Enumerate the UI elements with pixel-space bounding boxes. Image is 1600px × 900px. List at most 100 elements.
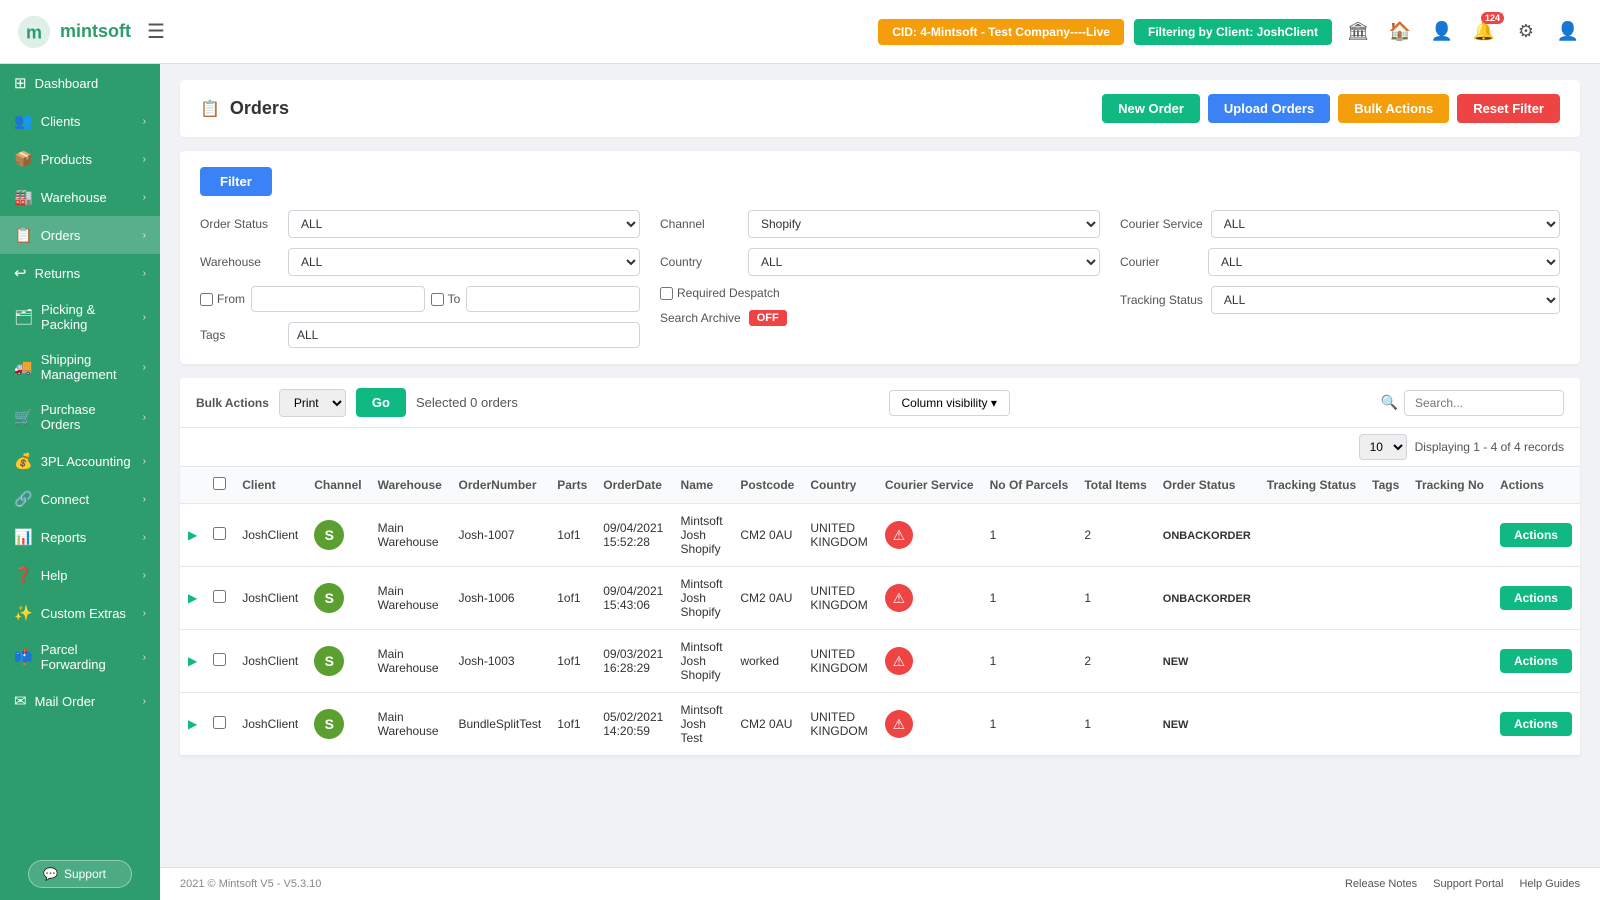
sidebar-item-picking[interactable]: 🗂 Picking & Packing ›	[0, 292, 160, 342]
sidebar-item-connect[interactable]: 🔗 Connect ›	[0, 480, 160, 518]
sidebar-item-clients[interactable]: 👥 Clients ›	[0, 102, 160, 140]
topnav: m mintsoft ☰ CID: 4-Mintsoft - Test Comp…	[0, 0, 1600, 64]
sidebar-item-orders[interactable]: 📋 Orders ›	[0, 216, 160, 254]
row-country: UNITED KINGDOM	[802, 504, 877, 567]
col-checkbox	[205, 467, 234, 504]
filter-button[interactable]: Filter	[200, 167, 272, 196]
channel-icon: S	[314, 520, 344, 550]
row-checkbox-input[interactable]	[213, 527, 226, 540]
user-icon[interactable]: 👤	[1426, 16, 1458, 48]
select-all-checkbox[interactable]	[213, 477, 226, 490]
page-title-icon: 📋	[200, 99, 220, 119]
order-status-badge: ONBACKORDER	[1163, 530, 1251, 542]
sidebar-item-warehouse[interactable]: 🏭 Warehouse ›	[0, 178, 160, 216]
order-status-select[interactable]: ALL	[288, 210, 640, 238]
support-icon: 💬	[43, 867, 58, 881]
orders-icon: 📋	[14, 226, 33, 244]
warehouse-icon[interactable]: 🏛	[1342, 16, 1374, 48]
release-notes-link[interactable]: Release Notes	[1345, 878, 1417, 890]
row-parts: 1of1	[549, 630, 595, 693]
filter-badge[interactable]: Filtering by Client: JoshClient	[1134, 19, 1332, 45]
account-icon[interactable]: 👤	[1552, 16, 1584, 48]
upload-orders-button[interactable]: Upload Orders	[1208, 94, 1330, 123]
country-select[interactable]: ALL	[748, 248, 1100, 276]
courier-select[interactable]: ALL	[1208, 248, 1560, 276]
sidebar-item-help[interactable]: ❓ Help ›	[0, 556, 160, 594]
sidebar-item-dashboard[interactable]: ⊞ Dashboard	[0, 64, 160, 102]
actions-button[interactable]: Actions	[1500, 586, 1572, 610]
sidebar-item-products[interactable]: 📦 Products ›	[0, 140, 160, 178]
row-orderdate: 05/02/2021 14:20:59	[595, 693, 672, 756]
col-ordernumber: OrderNumber	[451, 467, 550, 504]
row-postcode: CM2 0AU	[732, 693, 802, 756]
new-order-button[interactable]: New Order	[1102, 94, 1200, 123]
courier-service-select[interactable]: ALL	[1211, 210, 1560, 238]
sidebar-item-shipping[interactable]: 🚚 Shipping Management ›	[0, 342, 160, 392]
col-tags: Tags	[1364, 467, 1407, 504]
row-checkbox-input[interactable]	[213, 716, 226, 729]
expand-button[interactable]: ▶	[188, 717, 197, 731]
support-button[interactable]: 💬 Support	[28, 860, 132, 888]
sidebar-item-label: Reports	[41, 530, 87, 545]
sidebar-item-mail[interactable]: ✉ Mail Order ›	[0, 682, 160, 720]
page-title-area: 📋 Orders	[200, 98, 289, 119]
row-channel: S	[306, 630, 369, 693]
hamburger-icon[interactable]: ☰	[147, 19, 165, 44]
sidebar-item-parcel[interactable]: 📫 Parcel Forwarding ›	[0, 632, 160, 682]
row-parts: 1of1	[549, 693, 595, 756]
bulk-actions-select[interactable]: Print	[279, 389, 346, 417]
actions-button[interactable]: Actions	[1500, 712, 1572, 736]
column-visibility-button[interactable]: Column visibility ▾	[889, 390, 1010, 416]
reports-icon: 📊	[14, 528, 33, 546]
support-portal-link[interactable]: Support Portal	[1433, 878, 1503, 890]
row-expand: ▶	[180, 630, 205, 693]
go-button[interactable]: Go	[356, 388, 406, 417]
row-checkbox-input[interactable]	[213, 653, 226, 666]
row-warehouse: Main Warehouse	[370, 630, 451, 693]
channel-select[interactable]: Shopify	[748, 210, 1100, 238]
row-postcode: worked	[732, 630, 802, 693]
sidebar-item-returns[interactable]: ↩ Returns ›	[0, 254, 160, 292]
from-date-input[interactable]	[251, 286, 425, 312]
actions-button[interactable]: Actions	[1500, 649, 1572, 673]
row-orderdate: 09/04/2021 15:52:28	[595, 504, 672, 567]
warehouse-select[interactable]: ALL	[288, 248, 640, 276]
reset-filter-button[interactable]: Reset Filter	[1457, 94, 1560, 123]
footer-links: Release Notes Support Portal Help Guides	[1345, 878, 1580, 890]
actions-button[interactable]: Actions	[1500, 523, 1572, 547]
sidebar-item-accounting[interactable]: 💰 3PL Accounting ›	[0, 442, 160, 480]
tags-filter-row: Tags	[200, 322, 640, 348]
picking-icon: 🗂	[14, 308, 33, 326]
sidebar-item-purchase[interactable]: 🛒 Purchase Orders ›	[0, 392, 160, 442]
from-checkbox[interactable]	[200, 293, 213, 306]
to-checkbox[interactable]	[431, 293, 444, 306]
bulk-actions-button[interactable]: Bulk Actions	[1338, 94, 1449, 123]
to-date-input[interactable]	[466, 286, 640, 312]
notification-icon[interactable]: 🔔 124	[1468, 16, 1500, 48]
col-expand	[180, 467, 205, 504]
tags-input[interactable]	[288, 322, 640, 348]
row-tags	[1364, 693, 1407, 756]
home-icon[interactable]: 🏠	[1384, 16, 1416, 48]
required-despatch-checkbox[interactable]	[660, 287, 673, 300]
help-guides-link[interactable]: Help Guides	[1519, 878, 1580, 890]
chevron-right-icon: ›	[143, 116, 146, 127]
expand-button[interactable]: ▶	[188, 528, 197, 542]
sidebar-item-reports[interactable]: 📊 Reports ›	[0, 518, 160, 556]
expand-button[interactable]: ▶	[188, 591, 197, 605]
settings-icon[interactable]: ⚙	[1510, 16, 1542, 48]
row-checkbox-input[interactable]	[213, 590, 226, 603]
warehouse-label: Warehouse	[200, 255, 280, 269]
per-page-select[interactable]: 10	[1359, 434, 1407, 460]
sidebar-item-custom[interactable]: ✨ Custom Extras ›	[0, 594, 160, 632]
tracking-status-select[interactable]: ALL	[1211, 286, 1560, 314]
sidebar-item-label: Help	[41, 568, 68, 583]
expand-button[interactable]: ▶	[188, 654, 197, 668]
cid-badge[interactable]: CID: 4-Mintsoft - Test Company----Live	[878, 19, 1124, 45]
row-no-parcels: 1	[982, 630, 1077, 693]
orders-table-panel: Bulk Actions Print Go Selected 0 orders …	[180, 378, 1580, 756]
search-archive-toggle[interactable]: OFF	[749, 310, 787, 326]
row-tracking-no	[1407, 567, 1492, 630]
row-actions: Actions	[1492, 567, 1580, 630]
search-input[interactable]	[1404, 390, 1564, 416]
